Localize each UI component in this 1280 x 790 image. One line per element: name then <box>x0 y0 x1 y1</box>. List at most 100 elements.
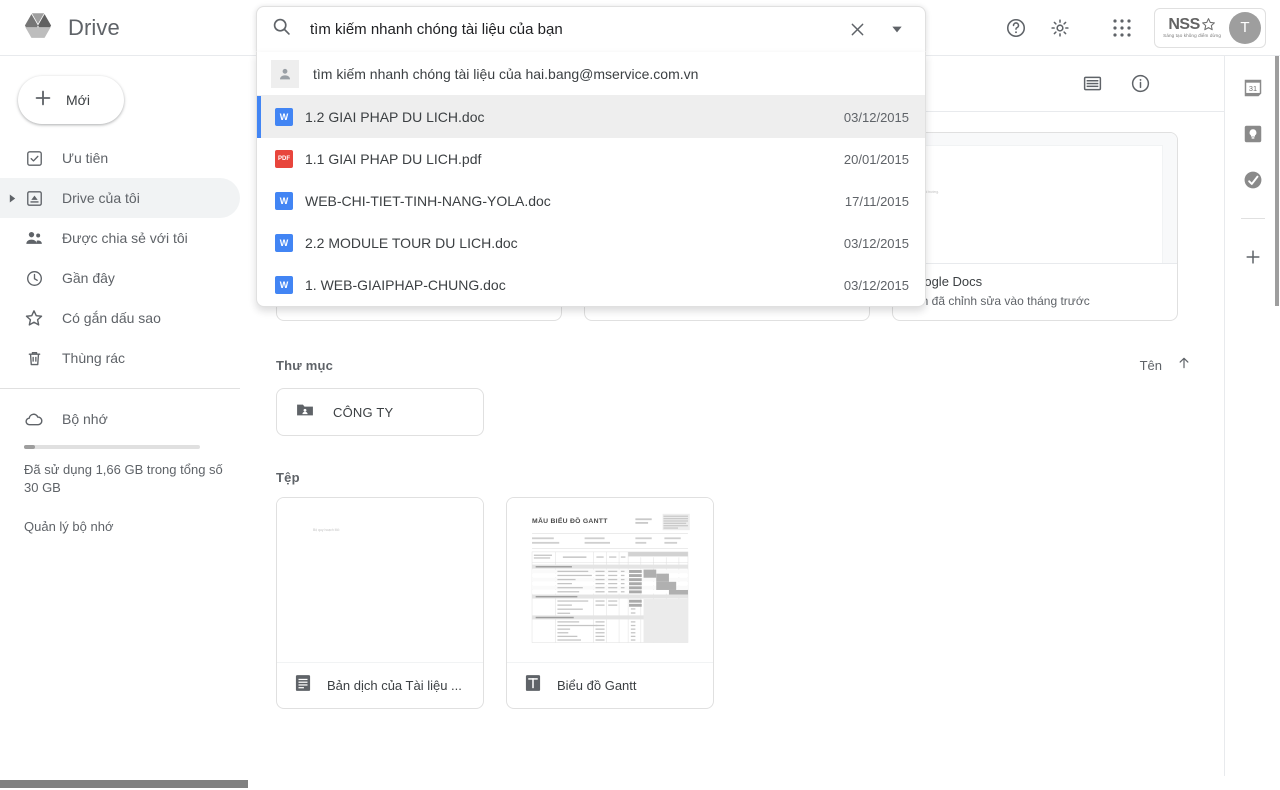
info-icon[interactable] <box>1120 64 1160 104</box>
help-icon[interactable] <box>996 8 1036 48</box>
search-suggestion-text: tìm kiếm nhanh chóng tài liệu của hai.ba… <box>313 66 698 82</box>
new-button[interactable]: Mới <box>18 76 124 124</box>
manage-storage-link[interactable]: Quản lý bộ nhớ <box>0 497 256 534</box>
search-result-date: 17/11/2015 <box>845 194 909 209</box>
horizontal-scrollbar-thumb[interactable] <box>0 780 248 788</box>
tasks-check-icon[interactable] <box>1241 168 1265 192</box>
google-docs-icon <box>293 673 313 698</box>
search-result-name: 2.2 MODULE TOUR DU LICH.doc <box>305 235 844 251</box>
search-result-date: 20/01/2015 <box>844 152 909 167</box>
card-meta: Google Docs Bạn đã chỉnh sửa vào tháng t… <box>893 263 1177 320</box>
card-thumbnail: tôi trường. <box>893 133 1177 263</box>
right-rail: 31 <box>1224 56 1280 790</box>
search-result-date: 03/12/2015 <box>844 236 909 251</box>
search-result-row[interactable]: W 1. WEB-GIAIPHAP-CHUNG.doc 03/12/2015 <box>257 264 925 306</box>
apps-grid-icon[interactable] <box>1102 8 1142 48</box>
chevron-down-icon[interactable] <box>877 9 917 49</box>
pdf-icon: PDF <box>275 150 293 168</box>
file-thumbnail: MẪU BIỂU ĐỒ GANTT <box>507 498 713 662</box>
trash-icon <box>24 348 44 368</box>
files-section-header: Tệp <box>276 470 1204 485</box>
search-result-row[interactable]: W 2.2 MODULE TOUR DU LICH.doc 03/12/2015 <box>257 222 925 264</box>
nss-brand-logo: NSS Sáng tạo không điểm dừng <box>1163 17 1221 39</box>
rail-divider <box>1241 218 1265 219</box>
files-row: Bộ quy hoạch Mô Bản dịch <box>276 497 1204 709</box>
file-type-icon: PDF <box>275 150 305 168</box>
sidebar-item-uu-tien[interactable]: Ưu tiên <box>0 138 240 178</box>
card-title: Google Docs <box>907 274 1163 289</box>
search-result-name: WEB-CHI-TIET-TINH-NANG-YOLA.doc <box>305 193 845 209</box>
sidebar-divider <box>0 388 240 389</box>
sidebar-item-label: Được chia sẻ với tôi <box>62 230 188 246</box>
search-input[interactable] <box>292 21 837 38</box>
file-type-icon: W <box>275 276 305 294</box>
search-icon <box>271 16 292 42</box>
thumbnail-note: Bộ quy hoạch Mô <box>313 528 469 532</box>
brand[interactable]: Drive <box>0 10 256 46</box>
folder-name: CÔNG TY <box>333 405 393 420</box>
add-app-plus-icon[interactable] <box>1241 245 1265 269</box>
folder-card[interactable]: CÔNG TY <box>276 388 484 436</box>
search-result-date: 03/12/2015 <box>844 278 909 293</box>
avatar[interactable]: T <box>1229 12 1261 44</box>
search-result-row[interactable]: W WEB-CHI-TIET-TINH-NANG-YOLA.doc 17/11/… <box>257 180 925 222</box>
shared-folder-icon <box>295 400 315 425</box>
sidebar-item-bo-nho[interactable]: Bộ nhớ <box>0 399 240 439</box>
nss-logo-tagline: Sáng tạo không điểm dừng <box>1163 34 1221 39</box>
storage-progress-fill <box>24 445 35 449</box>
people-icon <box>24 228 44 248</box>
sidebar-item-co-gan-dau-sao[interactable]: Có gắn dấu sao <box>0 298 240 338</box>
gantt-thumbnail-preview: MẪU BIỂU ĐỒ GANTT <box>521 512 699 648</box>
account-chip[interactable]: NSS Sáng tạo không điểm dừng T <box>1154 8 1266 48</box>
star-icon <box>1201 17 1216 32</box>
file-type-icon: W <box>275 234 305 252</box>
search-suggestion-row[interactable]: tìm kiếm nhanh chóng tài liệu của hai.ba… <box>257 52 925 96</box>
drive-app: Drive <box>0 0 1280 790</box>
calendar-day-number: 31 <box>1248 84 1256 93</box>
file-card[interactable]: Bộ quy hoạch Mô Bản dịch <box>276 497 484 709</box>
search-dropdown: tìm kiếm nhanh chóng tài liệu của hai.ba… <box>256 52 926 307</box>
vertical-scrollbar-thumb[interactable] <box>1275 56 1279 306</box>
sidebar-item-duoc-chia-se-voi-toi[interactable]: Được chia sẻ với tôi <box>0 218 240 258</box>
sidebar-item-label: Có gắn dấu sao <box>62 310 161 326</box>
section-title: Thư mục <box>276 358 333 373</box>
top-bar-actions: NSS Sáng tạo không điểm dừng T <box>926 8 1280 48</box>
calendar-icon[interactable]: 31 <box>1241 76 1265 100</box>
search-result-row[interactable]: PDF 1.1 GIAI PHAP DU LICH.pdf 20/01/2015 <box>257 138 925 180</box>
word-icon: W <box>275 234 293 252</box>
search-box[interactable] <box>256 6 926 52</box>
keep-lightbulb-icon[interactable] <box>1241 122 1265 146</box>
file-thumbnail: Bộ quy hoạch Mô <box>277 498 483 662</box>
word-icon: W <box>275 108 293 126</box>
search-result-row[interactable]: W 1.2 GIAI PHAP DU LICH.doc 03/12/2015 <box>257 96 925 138</box>
vertical-scrollbar[interactable] <box>1274 56 1280 776</box>
file-name: Biểu đồ Gantt <box>557 678 647 693</box>
star-outline-icon <box>24 308 44 328</box>
sidebar-item-label: Bộ nhớ <box>62 411 108 427</box>
sort-control[interactable]: Tên <box>1140 355 1192 376</box>
gear-icon[interactable] <box>1040 8 1080 48</box>
section-title: Tệp <box>276 470 300 485</box>
chevron-right-icon[interactable] <box>6 192 18 204</box>
list-view-icon[interactable] <box>1072 64 1112 104</box>
quick-access-card[interactable]: tôi trường. Google Docs Bạn đã chỉnh sửa… <box>892 132 1178 321</box>
cloud-icon <box>24 409 44 429</box>
sidebar-item-thung-rac[interactable]: Thùng rác <box>0 338 240 378</box>
svg-text:MẪU BIỂU ĐỒ GANTT: MẪU BIỂU ĐỒ GANTT <box>532 515 608 525</box>
plus-icon <box>32 87 54 114</box>
file-card[interactable]: MẪU BIỂU ĐỒ GANTT <box>506 497 714 709</box>
sidebar-item-drive-cua-toi[interactable]: Drive của tôi <box>0 178 240 218</box>
sort-label: Tên <box>1140 358 1162 373</box>
person-icon <box>271 60 299 88</box>
my-drive-icon <box>24 188 44 208</box>
clock-icon <box>24 268 44 288</box>
storage-usage-text: Đã sử dụng 1,66 GB trong tổng số 30 GB <box>0 461 256 497</box>
nss-logo-text: NSS <box>1168 17 1199 33</box>
sidebar-item-label: Drive của tôi <box>62 190 140 206</box>
storage-progress-bar <box>24 445 200 449</box>
close-icon[interactable] <box>837 9 877 49</box>
horizontal-scrollbar[interactable] <box>0 776 1280 790</box>
sidebar-item-gan-day[interactable]: Gần đây <box>0 258 240 298</box>
sidebar-item-label: Ưu tiên <box>62 150 108 166</box>
arrow-up-icon <box>1176 355 1192 376</box>
